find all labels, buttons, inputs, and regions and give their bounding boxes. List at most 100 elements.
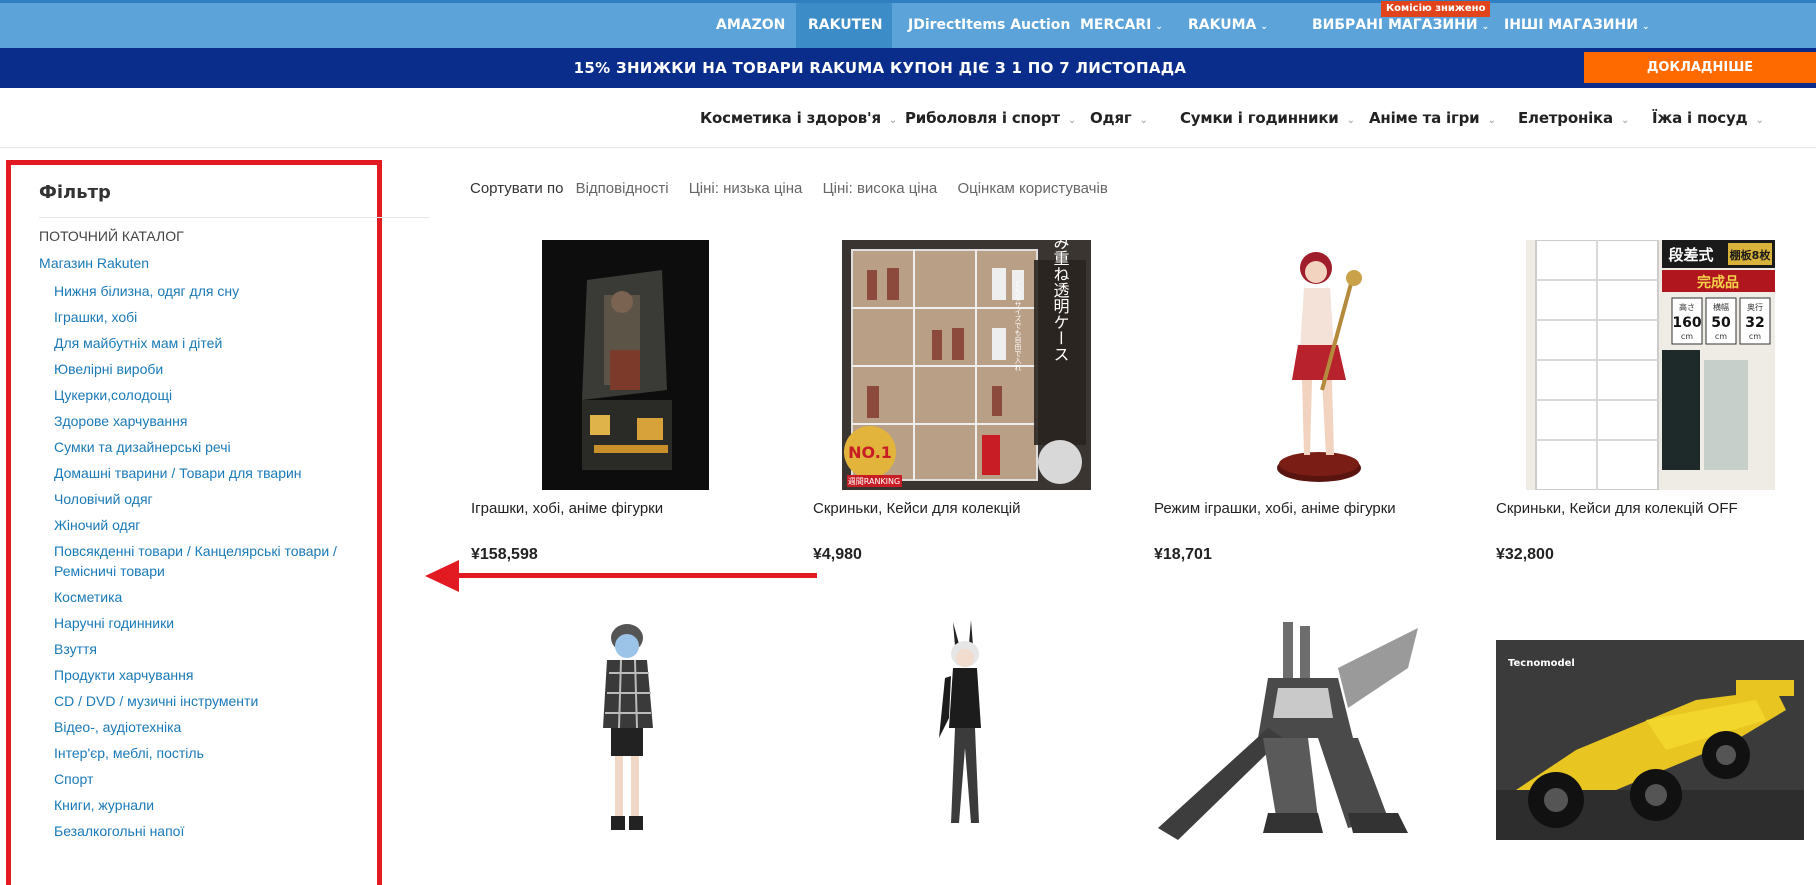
side-text: どんなサイズでも自由で入れ xyxy=(1014,280,1022,371)
category-label: Елетроніка xyxy=(1518,109,1613,127)
chevron-down-icon: ⌄ xyxy=(1067,115,1077,126)
cabinet-type-text: 段差式 xyxy=(1668,246,1713,264)
filter-item[interactable]: Інтер'єр, меблі, постіль xyxy=(54,743,384,763)
chevron-down-icon: ⌄ xyxy=(888,115,898,126)
product-image[interactable] xyxy=(1158,618,1458,840)
chevron-down-icon: ⌄ xyxy=(1139,115,1148,126)
category-label: Аніме та ігри xyxy=(1369,109,1480,127)
category-label: Косметика і здоров'я xyxy=(700,109,881,127)
annotation-arrow-head xyxy=(425,560,459,592)
filter-item[interactable]: Взуття xyxy=(54,639,384,659)
filter-category-list: Нижня білизна, одяг для сну Іграшки, хоб… xyxy=(54,281,384,847)
sort-relevance[interactable]: Відповідності xyxy=(576,180,669,197)
sort-price-low[interactable]: Ціні: низька ціна xyxy=(689,180,803,197)
category-clothing[interactable]: Одяг ⌄ xyxy=(1090,88,1148,151)
dim-unit: cm xyxy=(1681,332,1693,341)
product-image[interactable] xyxy=(925,618,1005,840)
sort-label: Сортувати по xyxy=(470,180,564,197)
current-catalog-heading: ПОТОЧНИЙ КАТАЛОГ xyxy=(39,228,184,244)
filter-title: Фільтр xyxy=(39,182,111,203)
product-title[interactable]: Іграшки, хобі, аніме фігурки xyxy=(471,500,663,517)
product-image[interactable]: Tecnomodel xyxy=(1496,640,1804,840)
anime-figure-rem-image xyxy=(603,624,653,830)
category-nav: Косметика і здоров'я ⌄ Риболовля і спорт ⌄… xyxy=(0,88,1816,148)
filter-root-rakuten-store[interactable]: Магазин Rakuten xyxy=(39,255,149,271)
product-image[interactable]: 段差式 棚板8枚 完成品 高さ 160 cm 横幅 50 cm 奥行 32 cm xyxy=(1526,240,1775,490)
filter-item[interactable]: Повсякденні товари / Канцелярські товари… xyxy=(54,541,384,581)
shelf-count-text: 棚板8枚 xyxy=(1730,248,1772,262)
product-price: ¥4,980 xyxy=(813,546,862,563)
filter-item[interactable]: Продукти харчування xyxy=(54,665,384,685)
nav-other-stores[interactable]: ІНШІ МАГАЗИНИ ⌄ xyxy=(1492,3,1661,48)
vertical-heading-text: 積み重ね透明ケース xyxy=(1051,240,1070,362)
product-image[interactable]: 積み重ね透明ケース NO.1 週間RANKING どんなサイズでも自由で入れ xyxy=(842,240,1091,490)
nav-rakuten[interactable]: RAKUTEN xyxy=(796,3,892,48)
dim-value: 160 xyxy=(1672,315,1701,331)
product-title[interactable]: Режим іграшки, хобі, аніме фігурки xyxy=(1154,500,1396,517)
anime-figure-bunny-image xyxy=(939,620,981,823)
chevron-down-icon: ⌄ xyxy=(1481,22,1490,32)
filter-item[interactable]: Спорт xyxy=(54,769,384,789)
sort-price-high[interactable]: Ціні: висока ціна xyxy=(823,180,938,197)
dim-value: 50 xyxy=(1711,315,1731,331)
filter-item[interactable]: Сумки та дизайнерські речі xyxy=(54,437,384,457)
product-price: ¥32,800 xyxy=(1496,546,1554,563)
annotation-arrow-line xyxy=(455,573,817,578)
filter-item[interactable]: Жіночий одяг xyxy=(54,515,384,535)
filter-item[interactable]: Нижня білизна, одяг для сну xyxy=(54,281,384,301)
promo-banner: 15% ЗНИЖКИ НА ТОВАРИ RAKUMA КУПОН ДІЄ З … xyxy=(0,48,1816,88)
category-bags-watches[interactable]: Сумки і годинники ⌄ xyxy=(1180,88,1355,151)
chevron-down-icon: ⌄ xyxy=(1641,22,1650,32)
dim-value: 32 xyxy=(1745,315,1764,331)
glass-cabinet-image: 段差式 棚板8枚 完成品 高さ 160 cm 横幅 50 cm 奥行 32 cm xyxy=(1526,240,1775,490)
mecha-model-image xyxy=(1158,622,1418,840)
category-label: Їжа і посуд xyxy=(1652,109,1748,127)
filter-item[interactable]: Цукерки,солодощі xyxy=(54,385,384,405)
dim-unit: cm xyxy=(1749,332,1761,341)
sort-bar: Сортувати по Відповідності Ціні: низька … xyxy=(470,180,1124,197)
nav-mercari[interactable]: MERCARI ⌄ xyxy=(1068,3,1175,48)
filter-item[interactable]: Відео-, аудіотехніка xyxy=(54,717,384,737)
filter-item[interactable]: Домашні тварини / Товари для тварин xyxy=(54,463,384,483)
product-title[interactable]: Скриньки, Кейси для колекцій xyxy=(813,500,1021,517)
product-title[interactable]: Скриньки, Кейси для колекцій OFF xyxy=(1496,500,1738,517)
filter-item[interactable]: Іграшки, хобі xyxy=(54,307,384,327)
marketplace-nav: AMAZON RAKUTEN JDirectItems Auction MERC… xyxy=(0,0,1816,48)
category-food-dishes[interactable]: Їжа і посуд ⌄ xyxy=(1652,88,1764,151)
product-price: ¥18,701 xyxy=(1154,546,1212,563)
product-price: ¥158,598 xyxy=(471,546,538,563)
category-anime-games[interactable]: Аніме та ігри ⌄ xyxy=(1369,88,1496,151)
ranking-badge-text: NO.1 xyxy=(848,443,892,462)
category-fishing-sport[interactable]: Риболовля і спорт ⌄ xyxy=(905,88,1076,151)
dim-unit: cm xyxy=(1715,332,1727,341)
brand-logo-text: Tecnomodel xyxy=(1508,658,1575,669)
filter-item[interactable]: Для майбутніх мам і дітей xyxy=(54,333,384,353)
promo-text: 15% ЗНИЖКИ НА ТОВАРИ RAKUMA КУПОН ДІЄ З … xyxy=(573,59,1187,77)
sort-user-rating[interactable]: Оцінкам користувачів xyxy=(957,180,1107,197)
nav-amazon[interactable]: AMAZON xyxy=(704,3,797,48)
display-case-image: 積み重ね透明ケース NO.1 週間RANKING どんなサイズでも自由で入れ xyxy=(842,240,1091,490)
filter-item[interactable]: Ювелірні вироби xyxy=(54,359,384,379)
filter-item[interactable]: Безалкогольні напої xyxy=(54,821,384,841)
cyberpunk-figure-image xyxy=(542,240,709,490)
filter-panel: Фільтр ПОТОЧНИЙ КАТАЛОГ Магазин Rakuten … xyxy=(6,160,429,885)
nav-mercari-label: MERCARI xyxy=(1080,17,1152,33)
filter-item[interactable]: Косметика xyxy=(54,587,384,607)
filter-item[interactable]: Здорове харчування xyxy=(54,411,384,431)
product-image[interactable] xyxy=(591,618,661,840)
nav-jdirectitems[interactable]: JDirectItems Auction xyxy=(896,3,1082,48)
filter-item[interactable]: Книги, журнали xyxy=(54,795,384,815)
category-electronics[interactable]: Елетроніка ⌄ xyxy=(1518,88,1629,151)
nav-rakuma[interactable]: RAKUMA ⌄ xyxy=(1176,3,1280,48)
dim-label: 奥行 xyxy=(1747,302,1763,312)
filter-item[interactable]: CD / DVD / музичні інструменти xyxy=(54,691,384,711)
chevron-down-icon: ⌄ xyxy=(1346,115,1355,126)
category-cosmetics[interactable]: Косметика і здоров'я ⌄ xyxy=(700,88,897,151)
product-image[interactable] xyxy=(542,240,709,490)
chevron-down-icon: ⌄ xyxy=(1487,115,1496,126)
filter-item[interactable]: Наручні годинники xyxy=(54,613,384,633)
chevron-down-icon: ⌄ xyxy=(1755,115,1764,126)
product-image[interactable] xyxy=(1264,240,1394,490)
promo-details-button[interactable]: ДОКЛАДНІШЕ xyxy=(1584,52,1816,83)
filter-item[interactable]: Чоловічий одяг xyxy=(54,489,384,509)
